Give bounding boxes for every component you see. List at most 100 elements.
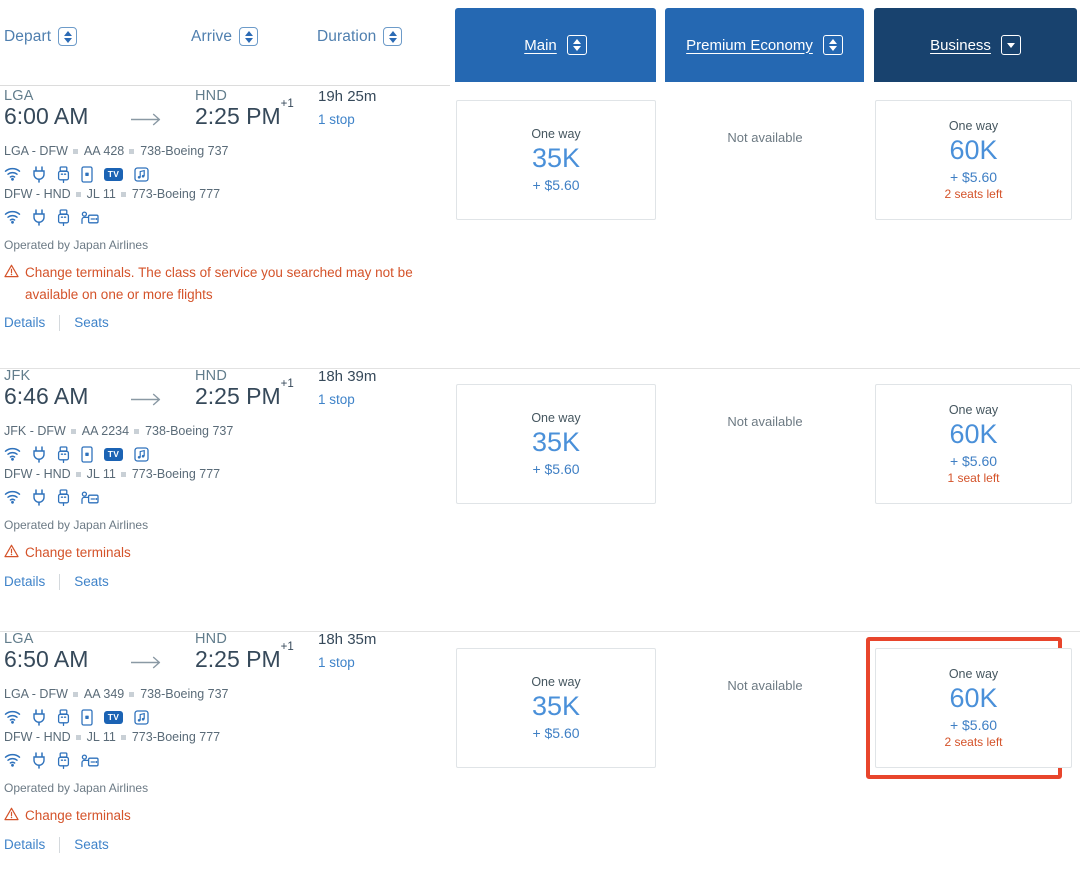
seats-link[interactable]: Seats [74,837,109,852]
arrow-right-icon [131,656,162,669]
power-outlet-icon [32,488,46,506]
fare-tax: + $5.60 [949,452,998,469]
stops-link[interactable]: 1 stop [318,655,355,670]
fare-card-business[interactable]: One way 60K + $5.60 2 seats left [875,100,1072,220]
fare-cell-main[interactable]: One way 35K + $5.60 [456,384,656,504]
chevron-down-icon[interactable] [1000,35,1021,55]
leg-aircraft: 773-Boeing 777 [131,467,221,481]
usb-icon [57,751,70,769]
tv-icon: TV [104,447,123,461]
sort-duration-label: Duration [317,27,377,45]
sort-duration[interactable]: Duration [317,27,403,46]
fare-cell-business[interactable]: One way 60K + $5.60 2 seats left [875,648,1072,768]
arrive-day-offset: +1 [280,377,294,390]
sort-updown-icon[interactable] [566,35,587,55]
fare-points: 60K [949,419,998,450]
wifi-icon [4,753,21,767]
leg-route: JFK - DFW [4,424,66,438]
tv-icon: TV [104,710,123,724]
music-icon [134,166,149,182]
sort-updown-icon[interactable] [58,27,78,46]
fare-cell-main[interactable]: One way 35K + $5.60 [456,648,656,768]
amenity-icons [4,751,454,769]
fare-card-main[interactable]: One way 35K + $5.60 [456,384,656,504]
tab-main[interactable]: Main [455,8,656,82]
depart-time: 6:00 AM [4,103,89,129]
depart-time: 6:46 AM [4,383,89,409]
wifi-icon [4,210,21,224]
details-link[interactable]: Details [4,837,45,852]
sort-arrive[interactable]: Arrive [191,27,259,46]
sort-depart[interactable]: Depart [4,27,78,46]
header-divider [0,85,450,86]
tab-premium-economy[interactable]: Premium Economy [665,8,864,82]
link-divider [59,314,61,331]
results-header: Depart Arrive Duration Main Premium Econ… [0,0,1080,88]
fare-tax: + $5.60 [949,168,998,185]
power-outlet-icon [32,708,46,726]
fare-card-business[interactable]: One way 60K + $5.60 1 seat left [875,384,1072,504]
duration-value: 18h 35m [318,631,377,648]
link-divider [59,573,61,590]
tab-business[interactable]: Business [874,8,1077,82]
wifi-icon [4,490,21,504]
amenity-icons [4,488,454,506]
itinerary-summary: LGA 6:00 AM HND 2:25 PM+1 19h 25m 1 stop… [4,88,454,331]
sort-updown-icon[interactable] [822,35,843,55]
leg-route: DFW - HND [4,187,71,201]
operated-by-text: Operated by Japan Airlines [4,781,149,795]
leg-aircraft: 738-Boeing 737 [140,687,229,701]
leg-details: LGA - DFW AA 428 738-Boeing 737 [4,144,454,158]
stops-link[interactable]: 1 stop [318,112,355,127]
fare-tax: + $5.60 [532,460,580,477]
arrive-day-offset: +1 [280,97,294,110]
arrive-time: 2:25 PM+1 [195,640,294,672]
times-row: LGA 6:50 AM HND 2:25 PM+1 18h 35m 1 stop [4,631,454,683]
fare-seats-left: 2 seats left [944,734,1003,749]
depart-airport-code: LGA [4,88,34,104]
fare-not-available-text: Not available [727,678,803,693]
arrive-day-offset: +1 [280,640,294,653]
arrive-airport-code: HND [195,631,228,647]
fare-card-business[interactable]: One way 60K + $5.60 2 seats left [875,648,1072,768]
arrive-time: 2:25 PM+1 [195,97,294,129]
fare-cell-business[interactable]: One way 60K + $5.60 2 seats left [875,100,1072,220]
details-link[interactable]: Details [4,315,45,330]
music-icon [134,446,149,462]
fare-cell-business[interactable]: One way 60K + $5.60 1 seat left [875,384,1072,504]
fare-oneway-label: One way [948,403,999,418]
times-row: LGA 6:00 AM HND 2:25 PM+1 19h 25m 1 stop [4,88,454,140]
power-outlet-icon [32,751,46,769]
fare-card-main[interactable]: One way 35K + $5.60 [456,100,656,220]
flight-warning: Change terminals. The class of service y… [4,262,414,306]
amenity-icons: TV [4,165,454,183]
wifi-icon [4,447,21,461]
flight-warning: Change terminals [4,805,414,828]
fare-cell-premium-economy: Not available [665,414,865,429]
seats-link[interactable]: Seats [74,574,109,589]
leg-flight-number: AA 349 [83,687,125,701]
fare-tax: + $5.60 [532,176,580,193]
fare-points: 35K [531,427,581,458]
fare-cell-premium-economy: Not available [665,130,865,145]
arrow-right-icon [131,113,162,126]
row-links: Details Seats [4,836,454,853]
fare-not-available-text: Not available [727,414,803,429]
usb-icon [57,445,70,463]
fare-cell-main[interactable]: One way 35K + $5.60 [456,100,656,220]
stops-link[interactable]: 1 stop [318,392,355,407]
lie-flat-seat-icon [81,753,99,768]
fare-points: 60K [949,135,998,166]
itinerary-summary: JFK 6:46 AM HND 2:25 PM+1 18h 39m 1 stop… [4,368,454,590]
leg-flight-number: AA 2234 [81,424,130,438]
fare-seats-left: 2 seats left [944,186,1003,201]
fare-card-main[interactable]: One way 35K + $5.60 [456,648,656,768]
leg-aircraft: 773-Boeing 777 [131,187,221,201]
seats-link[interactable]: Seats [74,315,109,330]
arrive-airport-code: HND [195,368,228,384]
sort-updown-icon[interactable] [383,27,403,46]
warning-triangle-icon [4,542,19,565]
details-link[interactable]: Details [4,574,45,589]
sort-updown-icon[interactable] [239,27,259,46]
warning-triangle-icon [4,262,19,285]
